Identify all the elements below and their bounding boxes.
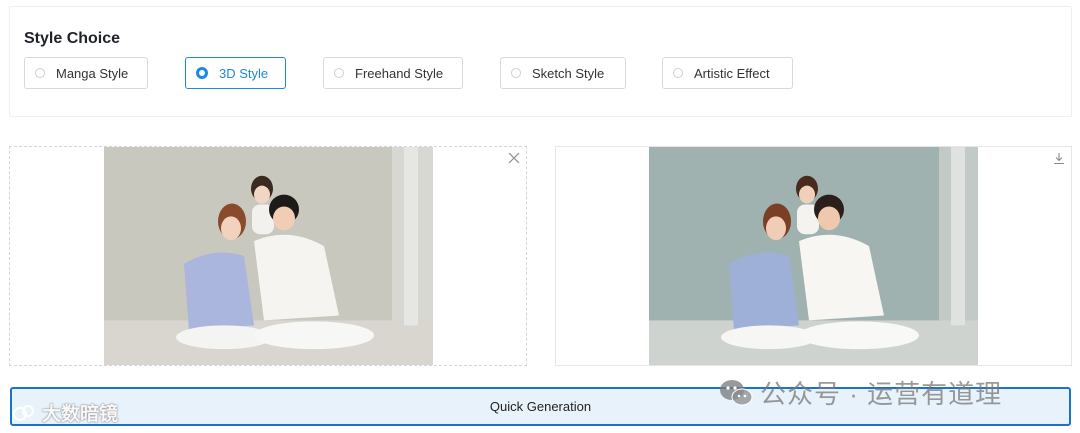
option-label: 3D Style xyxy=(219,65,269,81)
radio-circle-selected[interactable] xyxy=(196,67,208,79)
quick-generation-label: Quick Generation xyxy=(489,399,592,414)
option-label: Artistic Effect xyxy=(694,65,770,81)
radio-circle[interactable] xyxy=(673,68,683,78)
close-icon[interactable] xyxy=(508,152,520,164)
option-3d-style[interactable]: 3D Style xyxy=(185,57,286,89)
generated-photo xyxy=(649,147,978,365)
download-icon[interactable] xyxy=(1053,152,1065,165)
option-label: Sketch Style xyxy=(532,65,605,81)
original-image-panel xyxy=(9,146,527,366)
radio-circle[interactable] xyxy=(35,68,45,78)
option-manga-style[interactable]: Manga Style xyxy=(24,57,148,89)
style-choice-card: Style Choice Manga Style 3D Style Freeha… xyxy=(9,6,1072,117)
option-artistic-effect[interactable]: Artistic Effect xyxy=(662,57,793,89)
watermark-left-text: 大数暗镜 xyxy=(42,404,119,425)
generated-image-panel xyxy=(555,146,1072,366)
option-freehand-style[interactable]: Freehand Style xyxy=(323,57,463,89)
wechat-icon xyxy=(720,379,753,405)
watermark-right: 公众号 · 运营有道理 xyxy=(718,374,1002,411)
watermark-left: 大数暗镜 xyxy=(12,399,118,426)
radio-circle[interactable] xyxy=(334,68,344,78)
watermark-right-text: 公众号 · 运营有道理 xyxy=(760,379,1003,409)
watermark-logo-icon xyxy=(13,404,34,421)
option-label: Manga Style xyxy=(56,65,129,81)
radio-circle[interactable] xyxy=(511,68,521,78)
option-label: Freehand Style xyxy=(355,65,444,81)
option-sketch-style[interactable]: Sketch Style xyxy=(500,57,626,89)
style-choice-title: Style Choice xyxy=(24,30,121,47)
original-photo xyxy=(104,147,433,365)
